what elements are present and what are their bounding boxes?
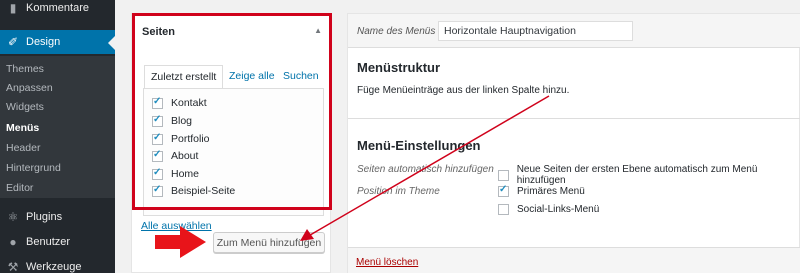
menu-item-label: Design [26,36,61,48]
menu-item-label: Benutzer [26,236,71,248]
page-label: Blog [171,115,193,127]
location-label: Social-Links-Menü [517,204,600,215]
location-label: Primäres Menü [517,186,585,197]
theme-position-label: Position im Theme [357,186,440,197]
add-to-menu-button[interactable]: Zum Menü hinzufügen [213,232,325,253]
menu-item-design[interactable]: ✐ Design [0,30,115,54]
page-label: Portfolio [171,133,210,145]
plugin-icon: ⚛ [7,210,19,224]
divider [348,118,800,119]
page-checkbox[interactable] [152,184,163,197]
meta-box-title: Seiten [142,26,176,38]
pages-tabs: Zuletzt erstellt Zeige alle Suchen [141,65,327,89]
menu-settings-heading: Menü-Einstellungen [357,138,481,153]
menu-item-plugins[interactable]: ⚛ Plugins [0,205,115,229]
page-label: About [171,150,199,162]
submenu-item-background[interactable]: Hintergrund [6,162,61,174]
pages-list-panel: Kontakt Blog Portfolio About Home Beispi… [143,88,324,216]
user-icon: ● [9,235,17,249]
location-checkbox[interactable] [498,184,509,197]
tab-search[interactable]: Suchen [283,65,319,89]
menu-item-label: Kommentare [26,2,89,14]
location-social[interactable]: Social-Links-Menü [498,204,599,215]
menu-item-label: Plugins [26,211,63,223]
auto-add-option[interactable]: Neue Seiten der ersten Ebene automatisch… [498,164,799,186]
page-checkbox[interactable] [152,132,163,145]
design-submenu: Themes Anpassen Widgets Menüs Header Hin… [0,56,115,198]
menu-structure-hint: Füge Menüeinträge aus der linken Spalte … [357,85,570,96]
collapse-arrow-icon[interactable]: ▲ [314,26,322,35]
submenu-item-widgets[interactable]: Widgets [6,101,44,113]
page-checkbox[interactable] [152,114,163,127]
menu-name-label: Name des Menüs [357,26,436,37]
auto-add-label: Seiten automatisch hinzufügen [357,164,494,175]
page-item-sample-page[interactable]: Beispiel-Seite [152,184,236,197]
page-label: Beispiel-Seite [171,185,236,197]
submenu-item-menus[interactable]: Menüs [6,122,39,134]
menu-item-label: Werkzeuge [26,261,82,273]
page-item-home[interactable]: Home [152,167,200,180]
menu-name-input[interactable] [438,21,633,41]
menu-name-bar: Name des Menüs [348,14,800,48]
page-item-blog[interactable]: Blog [152,114,193,127]
location-checkbox[interactable] [498,204,509,215]
wrench-icon: ⚒ [7,260,19,273]
auto-add-checkbox[interactable] [498,169,509,181]
page-item-portfolio[interactable]: Portfolio [152,132,210,145]
menu-item-comments[interactable]: ▮ Kommentare [0,0,115,20]
submenu-item-header[interactable]: Header [6,142,40,154]
menu-item-users[interactable]: ● Benutzer [0,230,115,254]
tab-recent[interactable]: Zuletzt erstellt [144,65,224,89]
comment-icon: ▮ [9,1,17,15]
menu-footer-bar: Menü löschen [348,247,800,273]
page-label: Home [171,168,200,180]
page-item-about[interactable]: About [152,149,199,162]
page-checkbox[interactable] [152,167,163,180]
delete-menu-link[interactable]: Menü löschen [356,257,418,268]
page-label: Kontakt [171,97,207,109]
page-item-contact[interactable]: Kontakt [152,96,207,109]
menu-structure-heading: Menüstruktur [357,60,441,75]
auto-add-text: Neue Seiten der ersten Ebene automatisch… [516,164,758,186]
brush-icon: ✐ [7,35,19,49]
menu-item-tools[interactable]: ⚒ Werkzeuge [0,255,115,273]
location-primary[interactable]: Primäres Menü [498,184,585,197]
menu-edit-panel: Name des Menüs Menüstruktur Füge Menüein… [347,13,800,273]
select-all-link[interactable]: Alle auswählen [141,220,212,232]
page-checkbox[interactable] [152,149,163,162]
submenu-item-customize[interactable]: Anpassen [6,82,53,94]
page-checkbox[interactable] [152,96,163,109]
submenu-item-themes[interactable]: Themes [6,63,44,75]
tab-show-all[interactable]: Zeige alle [229,65,275,89]
admin-sidebar: ▮ Kommentare ✐ Design Themes Anpassen Wi… [0,0,115,273]
submenu-item-editor[interactable]: Editor [6,182,33,194]
